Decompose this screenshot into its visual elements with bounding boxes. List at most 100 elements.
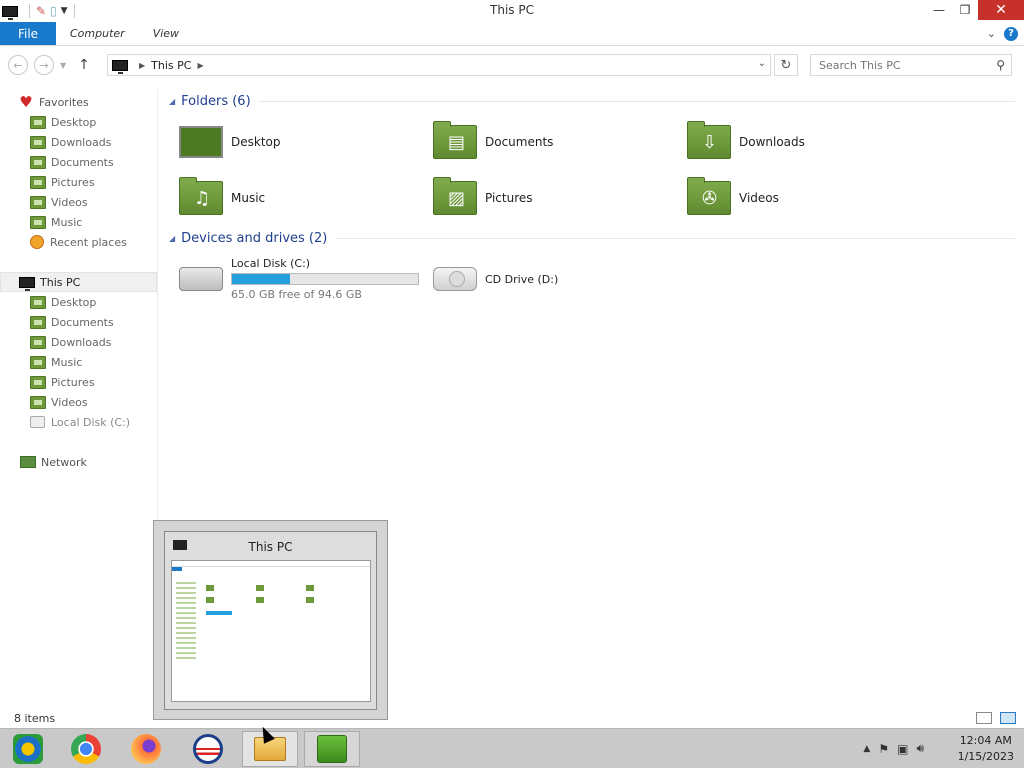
- sidebar-item-local-disk[interactable]: Local Disk (C:): [30, 412, 157, 432]
- network-status-icon[interactable]: ▣: [897, 742, 908, 756]
- forward-button[interactable]: →: [34, 55, 54, 75]
- sidebar-item-music[interactable]: Music: [30, 212, 157, 232]
- network-admin-icon: [317, 735, 347, 763]
- folder-documents[interactable]: ▤ Documents: [433, 120, 673, 164]
- folders-group-header[interactable]: ◢ Folders (6): [165, 90, 1015, 112]
- chevron-right-icon[interactable]: ▶: [139, 61, 145, 70]
- taskbar-obama-logo-app[interactable]: [180, 731, 236, 767]
- search-icon[interactable]: ⚲: [996, 58, 1005, 72]
- new-folder-icon[interactable]: ▯: [50, 4, 57, 18]
- quick-access-toolbar: ✎ ▯ ▼: [0, 4, 77, 20]
- refresh-button[interactable]: ↻: [774, 54, 798, 76]
- documents-folder-icon: ▤: [433, 121, 477, 159]
- taskbar-thumbnail-preview[interactable]: This PC: [153, 520, 388, 720]
- chrome-icon: [71, 734, 101, 764]
- sidebar-item-recent-places[interactable]: Recent places: [30, 232, 157, 252]
- folder-downloads[interactable]: ⇩ Downloads: [687, 120, 927, 164]
- videos-folder-icon: ✇: [687, 177, 731, 215]
- taskbar-firefox[interactable]: [118, 731, 174, 767]
- desktop-icon: [30, 295, 46, 309]
- devices-group-header[interactable]: ◢ Devices and drives (2): [165, 227, 1015, 249]
- sidebar-item-downloads[interactable]: Downloads: [30, 132, 157, 152]
- properties-icon[interactable]: ✎: [36, 4, 46, 18]
- videos-folder-icon: [30, 195, 46, 209]
- sidebar-item-label: This PC: [40, 275, 81, 289]
- details-view-button[interactable]: [976, 712, 992, 724]
- sidebar-item-music[interactable]: Music: [30, 352, 157, 372]
- folder-videos[interactable]: ✇ Videos: [687, 176, 927, 220]
- system-tray: ▲ ⚑ ▣ 🔊︎: [863, 741, 924, 756]
- music-folder-icon: [30, 215, 46, 229]
- title-bar: ✎ ▯ ▼ This PC — ❐ ✕: [0, 0, 1024, 22]
- expand-ribbon-icon[interactable]: ⌄: [987, 27, 996, 40]
- sidebar-item-documents[interactable]: Documents: [30, 312, 157, 332]
- folder-label: Desktop: [231, 135, 281, 149]
- sidebar-item-pictures[interactable]: Pictures: [30, 172, 157, 192]
- folder-pictures[interactable]: ▨ Pictures: [433, 176, 673, 220]
- sidebar-item-label: Pictures: [51, 375, 95, 389]
- downloads-folder-icon: [30, 335, 46, 349]
- volume-icon[interactable]: 🔊︎: [916, 741, 924, 756]
- sidebar-item-label: Documents: [51, 155, 114, 169]
- sidebar-item-pictures[interactable]: Pictures: [30, 372, 157, 392]
- file-tab[interactable]: File: [0, 22, 56, 45]
- collapse-icon[interactable]: ◢: [169, 97, 175, 106]
- drive-local-disk-c[interactable]: Local Disk (C:) 65.0 GB free of 94.6 GB: [179, 254, 419, 304]
- tab-computer[interactable]: Computer: [56, 22, 139, 45]
- up-button[interactable]: ↑: [78, 57, 90, 73]
- restore-button[interactable]: ❐: [952, 0, 978, 20]
- collapse-icon[interactable]: ◢: [169, 234, 175, 243]
- folder-music[interactable]: ♫ Music: [179, 176, 419, 220]
- search-input[interactable]: [811, 58, 981, 72]
- sidebar-item-label: Pictures: [51, 175, 95, 189]
- tab-view[interactable]: View: [139, 22, 193, 45]
- thumbnail-frame: This PC: [164, 531, 377, 710]
- firefox-icon: [131, 734, 161, 764]
- network-icon: [20, 456, 36, 468]
- taskbar-network-admin[interactable]: [304, 731, 360, 767]
- taskbar-chrome[interactable]: [58, 731, 114, 767]
- recent-locations-icon[interactable]: ▼: [60, 61, 66, 70]
- folder-label: Downloads: [739, 135, 805, 149]
- action-center-flag-icon[interactable]: ⚑: [878, 742, 889, 756]
- obama-logo-icon: [193, 734, 223, 764]
- sidebar-item-desktop[interactable]: Desktop: [30, 292, 157, 312]
- sidebar-item-desktop[interactable]: Desktop: [30, 112, 157, 132]
- chevron-right-icon[interactable]: ▶: [197, 61, 203, 70]
- help-icon[interactable]: ?: [1004, 26, 1018, 41]
- clock-time: 12:04 AM: [959, 734, 1012, 747]
- close-button[interactable]: ✕: [978, 0, 1024, 20]
- sidebar-item-documents[interactable]: Documents: [30, 152, 157, 172]
- taskbar-clock[interactable]: 12:04 AM 1/15/2023: [958, 733, 1014, 765]
- minimize-button[interactable]: —: [926, 0, 952, 20]
- sidebar-item-network[interactable]: Network: [20, 452, 157, 472]
- sidebar-item-label: Recent places: [50, 235, 127, 249]
- show-hidden-icons-icon[interactable]: ▲: [863, 744, 870, 754]
- media-player-icon: [13, 734, 43, 764]
- address-bar[interactable]: ▶ This PC ▶ ⌄: [107, 54, 771, 76]
- toolbar-separator: [29, 4, 30, 18]
- sidebar-item-downloads[interactable]: Downloads: [30, 332, 157, 352]
- chevron-down-icon[interactable]: ⌄: [758, 58, 766, 69]
- sidebar-item-label: Documents: [51, 315, 114, 329]
- folder-desktop[interactable]: Desktop: [179, 120, 419, 164]
- sidebar-item-this-pc[interactable]: This PC: [0, 272, 157, 292]
- large-icons-view-button[interactable]: [1000, 712, 1016, 724]
- sidebar-favorites[interactable]: ♥ Favorites: [18, 92, 157, 112]
- sidebar-item-videos[interactable]: Videos: [30, 392, 157, 412]
- divider: [335, 237, 1015, 239]
- search-box[interactable]: ⚲: [810, 54, 1012, 76]
- drive-label: Local Disk (C:): [231, 257, 311, 270]
- drive-cd-d[interactable]: CD Drive (D:): [433, 254, 558, 304]
- computer-icon[interactable]: [2, 5, 18, 20]
- taskbar-media-player[interactable]: [0, 731, 56, 767]
- documents-folder-icon: [30, 155, 46, 169]
- cd-drive-icon: [433, 267, 477, 291]
- music-folder-icon: [30, 355, 46, 369]
- sidebar-item-videos[interactable]: Videos: [30, 192, 157, 212]
- downloads-folder-icon: [30, 135, 46, 149]
- drive-label: CD Drive (D:): [485, 272, 559, 286]
- back-button[interactable]: ←: [8, 55, 28, 75]
- breadcrumb-this-pc[interactable]: This PC: [151, 59, 191, 72]
- customize-toolbar-icon[interactable]: ▼: [61, 6, 68, 16]
